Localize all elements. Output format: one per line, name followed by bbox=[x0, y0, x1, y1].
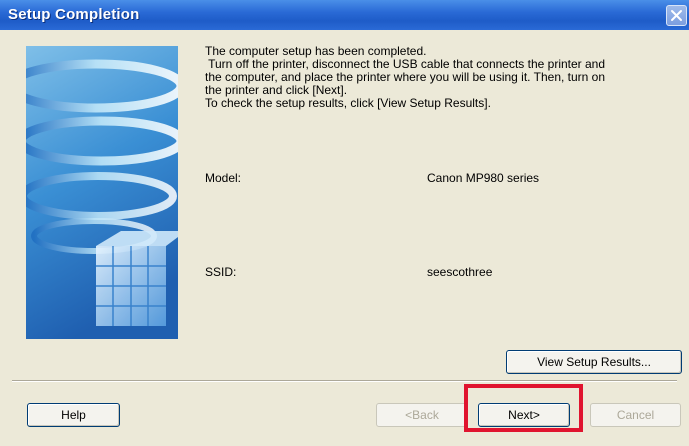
setup-illustration bbox=[26, 46, 178, 339]
ssid-label: SSID: bbox=[205, 265, 237, 279]
next-highlight-box bbox=[464, 384, 583, 432]
dialog-body: The computer setup has been completed. T… bbox=[0, 30, 689, 446]
window-title: Setup Completion bbox=[8, 6, 140, 23]
divider bbox=[12, 380, 677, 382]
back-button[interactable]: <Back bbox=[376, 403, 468, 427]
model-label: Model: bbox=[205, 171, 242, 185]
setup-completion-dialog: Setup Completion The computer setup has … bbox=[0, 0, 689, 446]
completion-message: The computer setup has been completed. T… bbox=[205, 45, 675, 110]
close-button[interactable] bbox=[666, 5, 687, 26]
view-setup-results-button[interactable]: View Setup Results... bbox=[506, 350, 682, 374]
title-bar[interactable]: Setup Completion bbox=[0, 0, 689, 30]
close-icon bbox=[671, 10, 682, 21]
ssid-value: seescothree bbox=[427, 265, 493, 279]
cancel-button[interactable]: Cancel bbox=[590, 403, 681, 427]
help-button[interactable]: Help bbox=[27, 403, 120, 427]
message-line: To check the setup results, click [View … bbox=[205, 96, 491, 110]
model-value: Canon MP980 series bbox=[427, 171, 540, 185]
